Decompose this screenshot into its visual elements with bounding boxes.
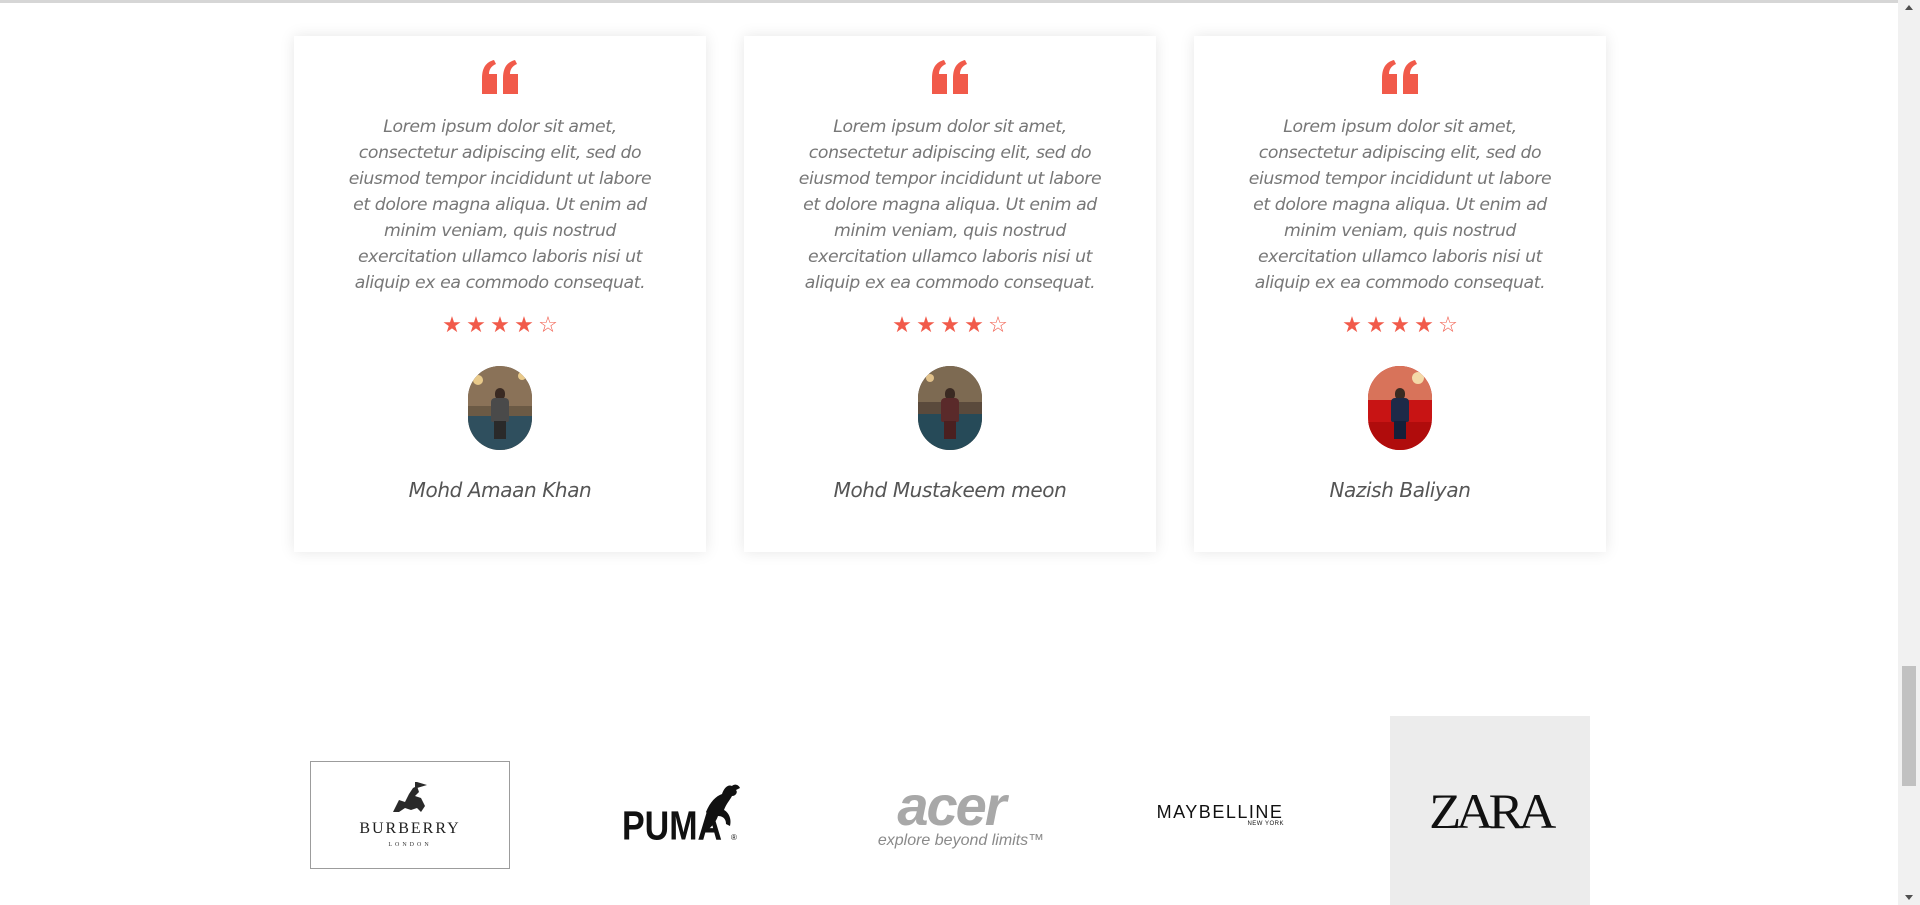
star-filled-icon: ★ (1390, 313, 1410, 338)
reviewer-name: Nazish Baliyan (1329, 478, 1471, 502)
star-filled-icon: ★ (892, 313, 912, 338)
scroll-up-arrow-icon[interactable] (1898, 0, 1920, 16)
star-filled-icon: ★ (1366, 313, 1386, 338)
reviewer-avatar (918, 366, 982, 450)
star-filled-icon: ★ (1342, 313, 1362, 338)
maybelline-subtitle: NEW YORK (1247, 821, 1284, 827)
burberry-knight-icon (393, 782, 427, 812)
maybelline-logo[interactable]: MAYBELLINE NEW YORK (1150, 800, 1290, 830)
rating-stars: ★ ★ ★ ★ ☆ (294, 314, 706, 338)
star-filled-icon: ★ (514, 313, 534, 338)
star-filled-icon: ★ (490, 313, 510, 338)
zara-logo[interactable]: ZARA (1390, 716, 1590, 905)
star-empty-icon: ☆ (1438, 313, 1458, 338)
testimonial-text: Lorem ipsum dolor sit amet, consectetur … (348, 117, 652, 293)
acer-logo[interactable]: acer explore beyond limits™ (856, 774, 1046, 850)
testimonial-text: Lorem ipsum dolor sit amet, consectetur … (798, 117, 1102, 293)
star-filled-icon: ★ (916, 313, 936, 338)
star-filled-icon: ★ (466, 313, 486, 338)
reviewer-avatar (468, 366, 532, 450)
star-empty-icon: ☆ (988, 313, 1008, 338)
acer-wordmark: acer (897, 774, 1006, 837)
burberry-subtitle: LONDON (388, 842, 432, 848)
rating-stars: ★ ★ ★ ★ ☆ (1194, 314, 1606, 338)
acer-tagline: explore beyond limits™ (877, 832, 1045, 849)
scrollbar-thumb[interactable] (1902, 666, 1916, 786)
reviewer-avatar (1368, 366, 1432, 450)
rating-stars: ★ ★ ★ ★ ☆ (744, 314, 1156, 338)
star-filled-icon: ★ (1414, 313, 1434, 338)
zara-wordmark: ZARA (1429, 782, 1556, 839)
quote-icon (482, 60, 518, 94)
star-empty-icon: ☆ (538, 313, 558, 338)
svg-text:®: ® (731, 833, 737, 842)
brand-logos-section: BURBERRY LONDON PUMA ® acer explore beyo… (0, 700, 1898, 905)
quote-icon (1382, 60, 1418, 94)
testimonial-text: Lorem ipsum dolor sit amet, consectetur … (1248, 117, 1552, 293)
vertical-scrollbar[interactable] (1898, 0, 1920, 905)
burberry-wordmark: BURBERRY (359, 820, 461, 837)
puma-logo-mark: PUMA ® (622, 784, 740, 846)
testimonial-card: Lorem ipsum dolor sit amet, consectetur … (744, 36, 1156, 552)
testimonial-card: Lorem ipsum dolor sit amet, consectetur … (294, 36, 706, 552)
reviewer-name: Mohd Mustakeem meon (833, 478, 1067, 502)
puma-logo[interactable]: PUMA ® (620, 782, 744, 846)
testimonials-section: Lorem ipsum dolor sit amet, consectetur … (0, 0, 1898, 560)
star-filled-icon: ★ (940, 313, 960, 338)
star-filled-icon: ★ (964, 313, 984, 338)
testimonial-card: Lorem ipsum dolor sit amet, consectetur … (1194, 36, 1606, 552)
burberry-logo[interactable]: BURBERRY LONDON (310, 761, 510, 869)
scroll-down-arrow-icon[interactable] (1898, 889, 1920, 905)
maybelline-wordmark: MAYBELLINE (1156, 802, 1284, 822)
quote-icon (932, 60, 968, 94)
star-filled-icon: ★ (442, 313, 462, 338)
reviewer-name: Mohd Amaan Khan (408, 478, 592, 502)
